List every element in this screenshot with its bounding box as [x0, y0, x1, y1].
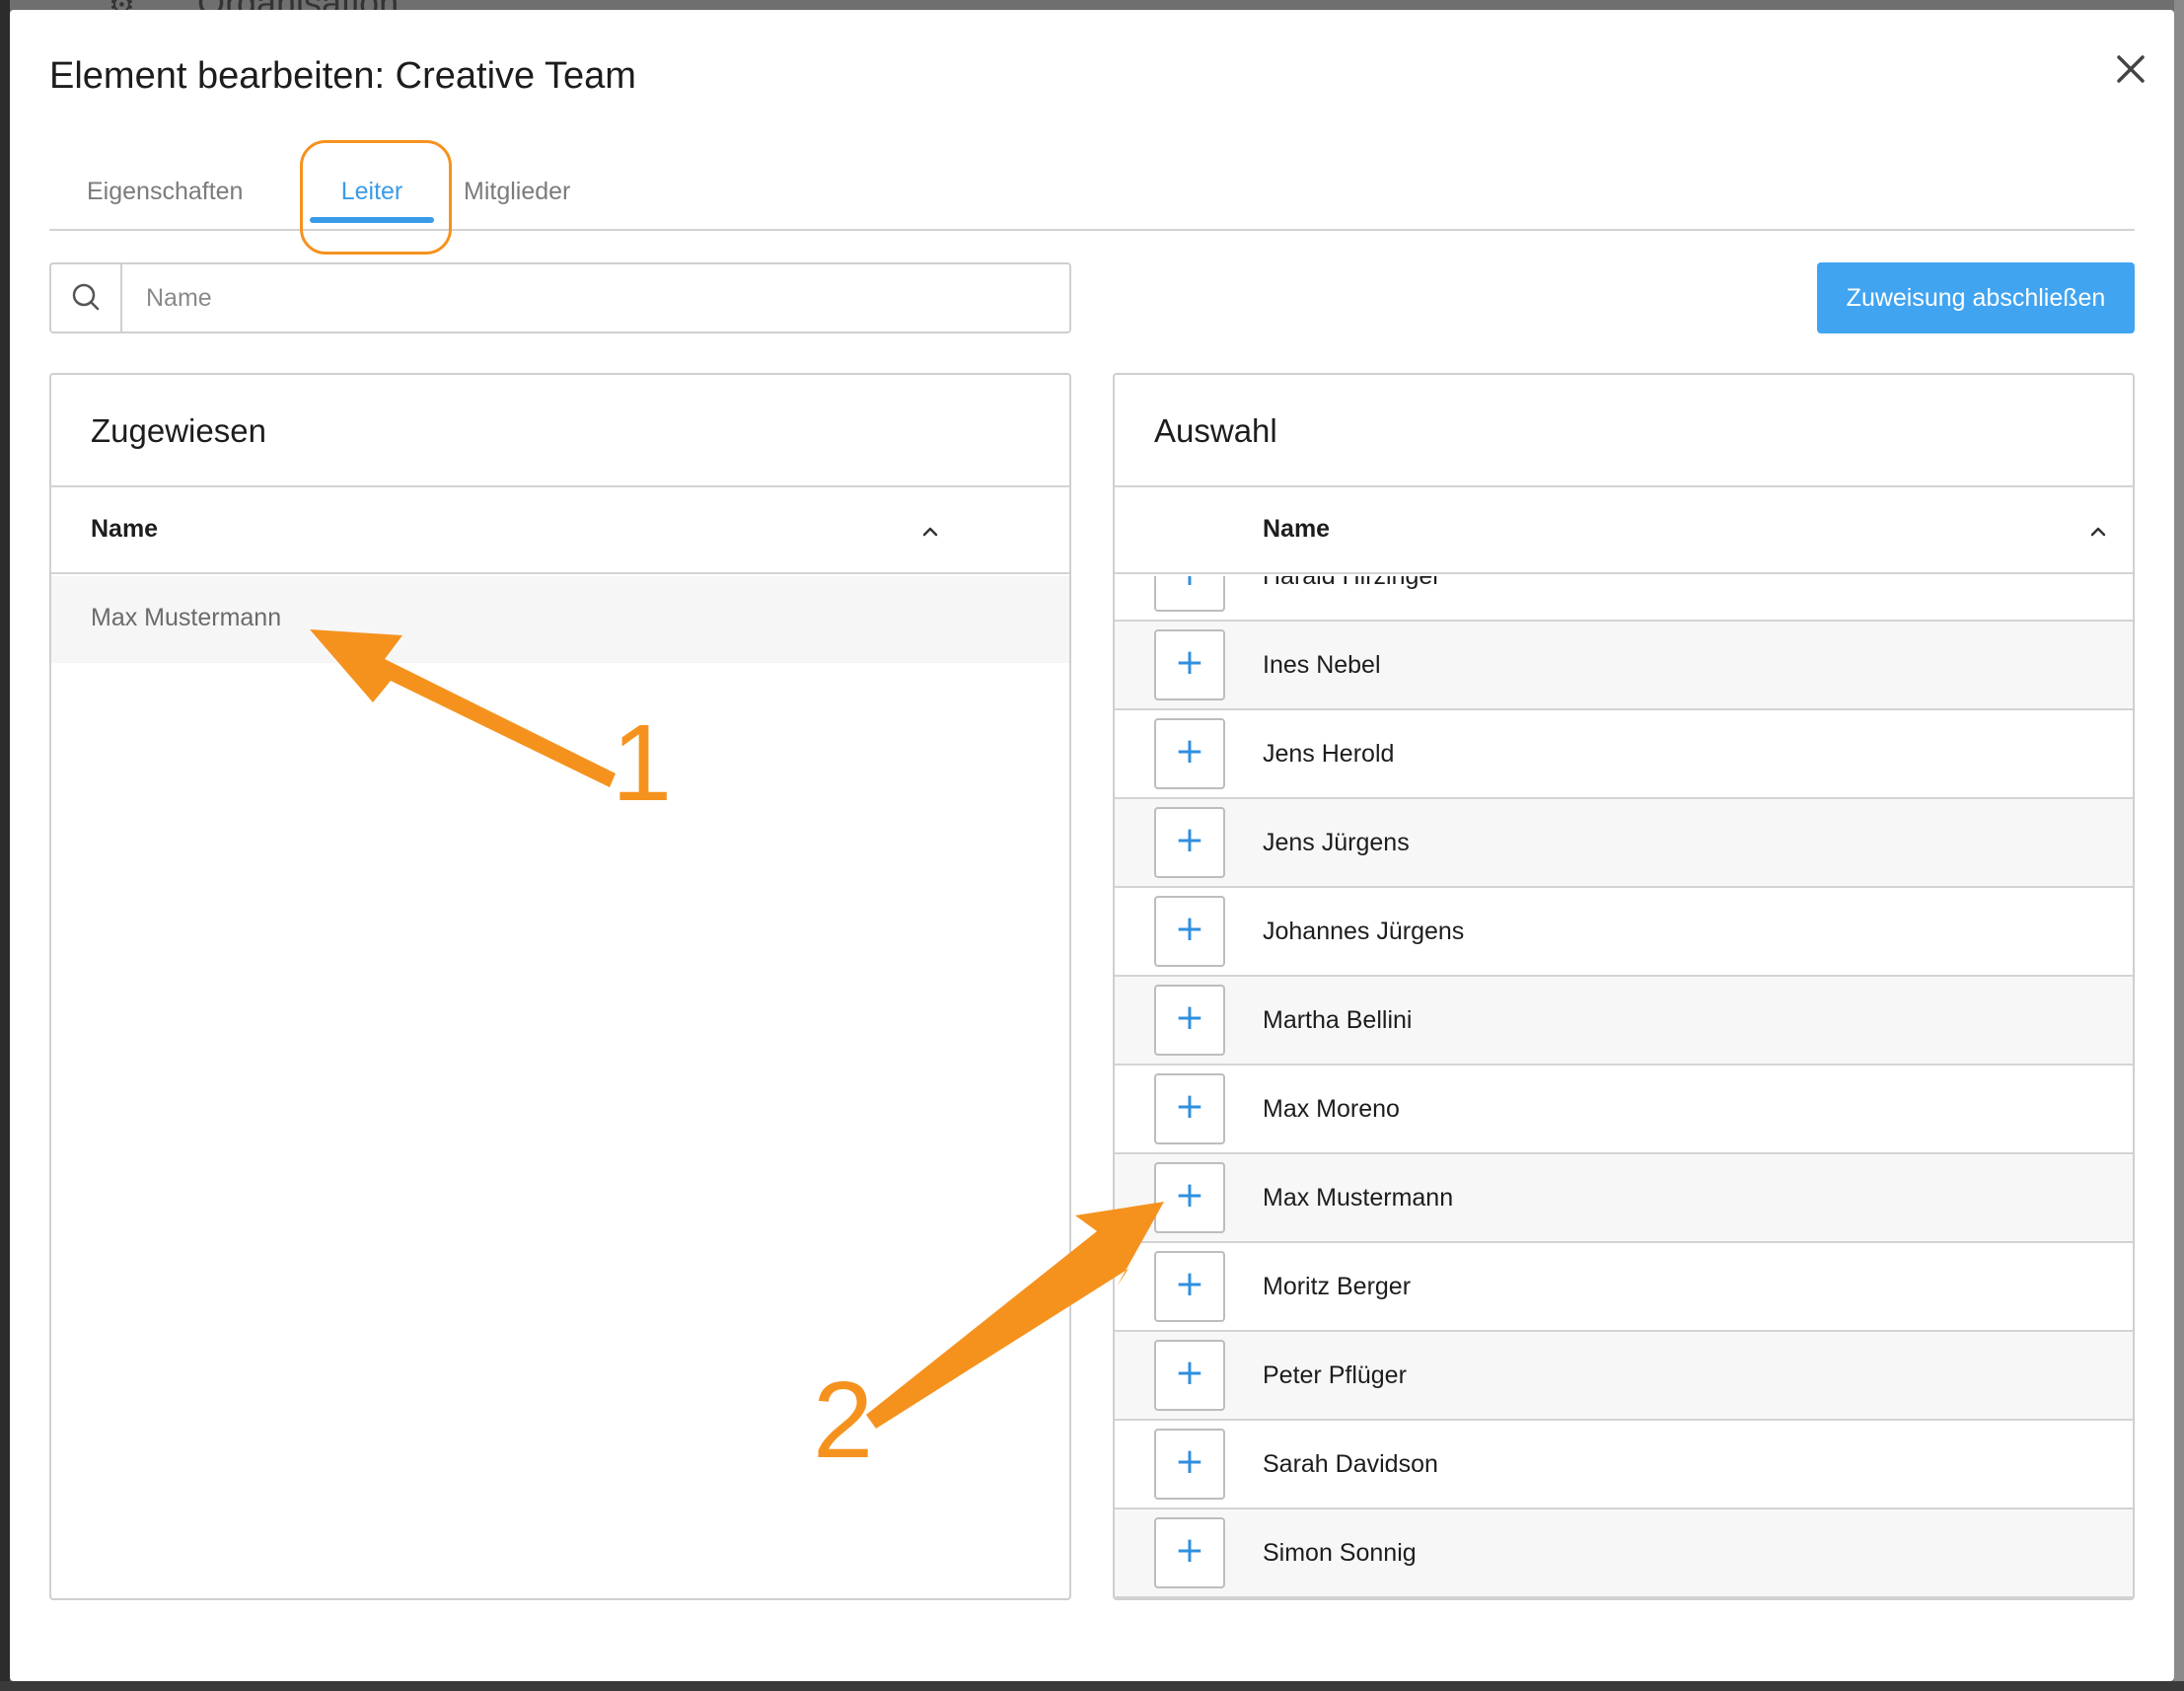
assigned-column-header[interactable]: Name — [51, 487, 1069, 574]
selection-panel-title: Auswahl — [1154, 412, 1277, 449]
search-box — [49, 262, 1071, 333]
add-person-button[interactable]: + — [1154, 807, 1225, 878]
table-row[interactable]: + Max Moreno — [1115, 1066, 2133, 1154]
table-row[interactable]: + Jens Jürgens — [1115, 799, 2133, 888]
person-name: Max Mustermann — [1263, 1184, 1454, 1212]
person-name: Martha Bellini — [1263, 1006, 1413, 1034]
add-person-button[interactable]: + — [1154, 1073, 1225, 1144]
person-name: Max Moreno — [1263, 1095, 1400, 1123]
table-row[interactable]: + Jens Herold — [1115, 710, 2133, 799]
add-person-button[interactable]: + — [1154, 629, 1225, 700]
person-name: Moritz Berger — [1263, 1273, 1412, 1300]
search-icon — [72, 283, 100, 311]
person-name: Peter Pflüger — [1263, 1361, 1407, 1389]
add-person-button[interactable]: + — [1154, 718, 1225, 789]
assigned-panel-title: Zugewiesen — [91, 412, 266, 449]
tab-eigenschaften[interactable]: Eigenschaften — [87, 178, 243, 206]
person-name: Jens Jürgens — [1263, 829, 1410, 856]
person-name: Harald Hirzinger — [1263, 576, 1441, 590]
backdrop-left-edge — [0, 0, 10, 1691]
person-name: Simon Sonnig — [1263, 1539, 1417, 1567]
add-person-button[interactable]: + — [1154, 1517, 1225, 1588]
close-button[interactable] — [2101, 39, 2160, 99]
add-person-button[interactable]: + — [1154, 985, 1225, 1056]
tab-mitglieder[interactable]: Mitglieder — [464, 178, 570, 206]
assigned-panel: Zugewiesen Name Max Mustermann — [49, 373, 1071, 1600]
table-row[interactable]: + Sarah Davidson — [1115, 1421, 2133, 1509]
person-name: Sarah Davidson — [1263, 1450, 1438, 1478]
close-icon — [2117, 55, 2145, 83]
backdrop-right-edge — [2174, 0, 2184, 1691]
dialog-title: Element bearbeiten: Creative Team — [49, 55, 636, 97]
add-person-button[interactable]: + — [1154, 896, 1225, 967]
table-row[interactable]: + Johannes Jürgens — [1115, 888, 2133, 977]
table-row[interactable]: Max Mustermann — [51, 576, 1069, 663]
backdrop-bottom-edge — [0, 1681, 2184, 1691]
table-row[interactable]: + Harald Hirzinger — [1115, 576, 2133, 622]
finish-assignment-button[interactable]: Zuweisung abschließen — [1817, 262, 2135, 333]
selection-column-label: Name — [1263, 515, 1331, 543]
tab-bar: Eigenschaften Leiter Mitglieder — [49, 138, 2135, 255]
table-row[interactable]: + Moritz Berger — [1115, 1243, 2133, 1332]
person-name: Jens Herold — [1263, 740, 1395, 768]
sort-ascending-icon[interactable] — [919, 521, 941, 543]
add-person-button[interactable]: + — [1154, 576, 1225, 612]
selection-list[interactable]: + Harald Hirzinger + Ines Nebel + Jens H… — [1115, 576, 2133, 1598]
selection-column-header[interactable]: Name — [1115, 487, 2133, 574]
table-row[interactable]: + Martha Bellini — [1115, 977, 2133, 1066]
assigned-column-label: Name — [91, 515, 159, 543]
sort-ascending-icon[interactable] — [2087, 521, 2109, 543]
edit-element-dialog: Element bearbeiten: Creative Team Eigens… — [10, 10, 2174, 1681]
search-icon-container — [51, 264, 122, 331]
add-person-button[interactable]: + — [1154, 1251, 1225, 1322]
add-person-button[interactable]: + — [1154, 1429, 1225, 1500]
table-row[interactable]: + Peter Pflüger — [1115, 1332, 2133, 1421]
person-name: Ines Nebel — [1263, 651, 1381, 679]
tab-highlight-annotation — [300, 140, 452, 255]
add-person-button[interactable]: + — [1154, 1340, 1225, 1411]
table-row[interactable]: + Simon Sonnig — [1115, 1509, 2133, 1598]
table-row[interactable]: + Max Mustermann — [1115, 1154, 2133, 1243]
search-input[interactable] — [124, 264, 1069, 331]
selection-panel: Auswahl + Harald Hirzinger + Ines Nebel … — [1113, 373, 2135, 1600]
table-row[interactable]: + Ines Nebel — [1115, 622, 2133, 710]
add-person-button[interactable]: + — [1154, 1162, 1225, 1233]
assigned-name: Max Mustermann — [91, 604, 282, 631]
annotation-label-2: 2 — [813, 1360, 874, 1481]
annotation-label-1: 1 — [612, 702, 673, 824]
person-name: Johannes Jürgens — [1263, 918, 1465, 945]
